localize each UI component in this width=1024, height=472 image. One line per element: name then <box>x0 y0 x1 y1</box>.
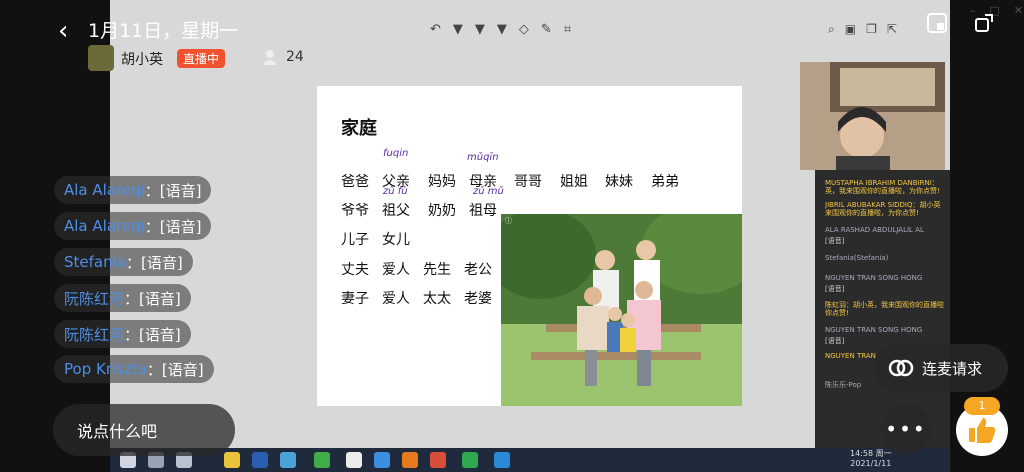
viewer-count: 24 <box>286 49 304 65</box>
comment-item: Ala Alareqi ：[语音] <box>54 176 212 204</box>
host-name: 胡小英 <box>121 52 163 68</box>
stream-header: ‹ 1月11日，星期一 胡小英 直播中 24 <box>0 0 1024 80</box>
vocab-word: 弟弟 <box>651 174 679 190</box>
comment-text[interactable]: ：[语音] <box>124 288 181 309</box>
vocab-word: 爱人 <box>382 262 410 278</box>
word-icon[interactable] <box>252 452 268 468</box>
store-icon[interactable] <box>280 452 296 468</box>
page-title: 1月11日，星期一 <box>88 20 239 42</box>
vocab-word: 姐姐 <box>560 174 588 190</box>
side-chat-line: ALA RASHAD ABDULJALIL AL <box>825 226 924 234</box>
vocab-word: 奶奶 <box>428 203 456 219</box>
vocab-word: 老婆 <box>464 291 492 307</box>
side-chat-line: 你点赞! <box>825 309 849 317</box>
back-chevron-icon[interactable]: ‹ <box>58 16 68 46</box>
clock-date: 2021/1/11 <box>850 459 892 468</box>
lesson-slide: 家庭 fuqin mǔqīn zǔ fù zǔ mǔ 爸爸 父亲 妈妈 母亲 哥… <box>317 86 742 406</box>
comment-item: 阮陈红河 ：[语音] <box>54 320 191 348</box>
like-count-badge: 1 <box>964 397 1000 415</box>
comment-input[interactable]: 说点什么吧 <box>53 404 235 456</box>
powerpoint-icon[interactable] <box>402 452 418 468</box>
windows-taskbar <box>110 448 950 472</box>
vocab-word: 儿子 <box>341 232 369 248</box>
picture-in-picture-icon[interactable] <box>926 12 948 34</box>
comment-text[interactable]: ：[语音] <box>147 359 204 380</box>
vocab-word: 女儿 <box>382 232 410 248</box>
comment-author: Stefania <box>64 253 126 271</box>
family-photo: ⓘ <box>501 214 742 406</box>
vocab-word: 祖母 <box>469 203 497 219</box>
app-icon[interactable] <box>346 452 362 468</box>
side-chat-line: 英，我来围观你的直播啦，为你点赞! <box>825 187 940 195</box>
vocab-word: 爱人 <box>382 291 410 307</box>
thumbs-up-icon <box>969 418 996 443</box>
vocab-word: 母亲 <box>469 174 497 190</box>
pinyin-annotation: fuqin <box>383 148 409 159</box>
mic-link-request-button[interactable]: 连麦请求 <box>874 344 1008 392</box>
side-chat-line: 来围观你的直播啦，为你点赞! <box>825 209 919 217</box>
mic-link-label: 连麦请求 <box>922 359 983 378</box>
comment-text[interactable]: ：[语音] <box>145 180 202 201</box>
comment-author: Ala Alareqi <box>64 217 145 235</box>
side-chat-line: [语音] <box>825 285 845 293</box>
side-chat-line: [语音] <box>825 237 845 245</box>
comment-author: Pop Kriszta <box>64 360 147 378</box>
vocab-word: 妻子 <box>341 291 369 307</box>
comment-author: 阮陈红河 <box>64 289 125 308</box>
vocab-word: 哥哥 <box>514 174 542 190</box>
comment-text[interactable]: ：[语音] <box>124 324 181 345</box>
vocab-word: 父亲 <box>382 174 410 190</box>
taskbar-clock: 14:58 周一 2021/1/11 <box>850 449 892 469</box>
photo-watermark: ⓘ <box>505 217 512 225</box>
comment-item: Ala Alareqi ：[语音] <box>54 212 212 240</box>
vocab-word: 老公 <box>464 262 492 278</box>
comment-item: 阮陈红河 ：[语音] <box>54 284 191 312</box>
vocab-word: 丈夫 <box>341 262 369 278</box>
comment-author: Ala Alareqi <box>64 181 145 199</box>
vocab-word: 妈妈 <box>428 174 456 190</box>
vocab-word: 妹妹 <box>605 174 633 190</box>
slide-title: 家庭 <box>341 118 377 139</box>
comment-text[interactable]: ：[语音] <box>126 252 183 273</box>
link-icon <box>888 359 914 377</box>
app-icon[interactable] <box>462 452 478 468</box>
side-chat-line: NGUYEN TRAN SONG HONG <box>825 326 923 334</box>
clock-time: 14:58 周一 <box>850 449 892 458</box>
app-icon[interactable] <box>430 452 446 468</box>
browser-icon[interactable] <box>314 452 330 468</box>
app-icon[interactable] <box>494 452 510 468</box>
fullscreen-icon[interactable] <box>973 12 995 34</box>
live-stream-stage: – □ ✕ ↶ ▼ ▼ ▼ ◇ ✎ ⌗ ⌕ ▣ ❐ ⇱ 家庭 fuqin mǔq… <box>0 0 1024 472</box>
side-chat-line: NGUYEN TRAN SONG HONG <box>825 274 923 282</box>
vocab-word: 爸爸 <box>341 174 369 190</box>
more-button[interactable]: ••• <box>881 404 931 454</box>
comment-text[interactable]: ：[语音] <box>145 216 202 237</box>
side-chat-panel: MUSTAPHA IBRAHIM DANBIRNI： 英，我来围观你的直播啦，为… <box>815 170 950 448</box>
comment-author: 阮陈红河 <box>64 325 125 344</box>
comment-item: Stefania ：[语音] <box>54 248 193 276</box>
side-chat-line: Stefania(Stefania) <box>825 254 889 262</box>
app-icon[interactable] <box>374 452 390 468</box>
vocab-word: 先生 <box>423 262 451 278</box>
vocab-word: 祖父 <box>382 203 410 219</box>
pinyin-annotation: mǔqīn <box>467 152 499 163</box>
vocab-word: 爷爷 <box>341 203 369 219</box>
comment-item: Pop Kriszta ：[语音] <box>54 355 214 383</box>
live-badge: 直播中 <box>177 49 226 68</box>
avatar[interactable] <box>88 45 114 71</box>
person-icon <box>263 50 277 65</box>
folder-icon[interactable] <box>224 452 240 468</box>
vocab-word: 太太 <box>423 291 451 307</box>
